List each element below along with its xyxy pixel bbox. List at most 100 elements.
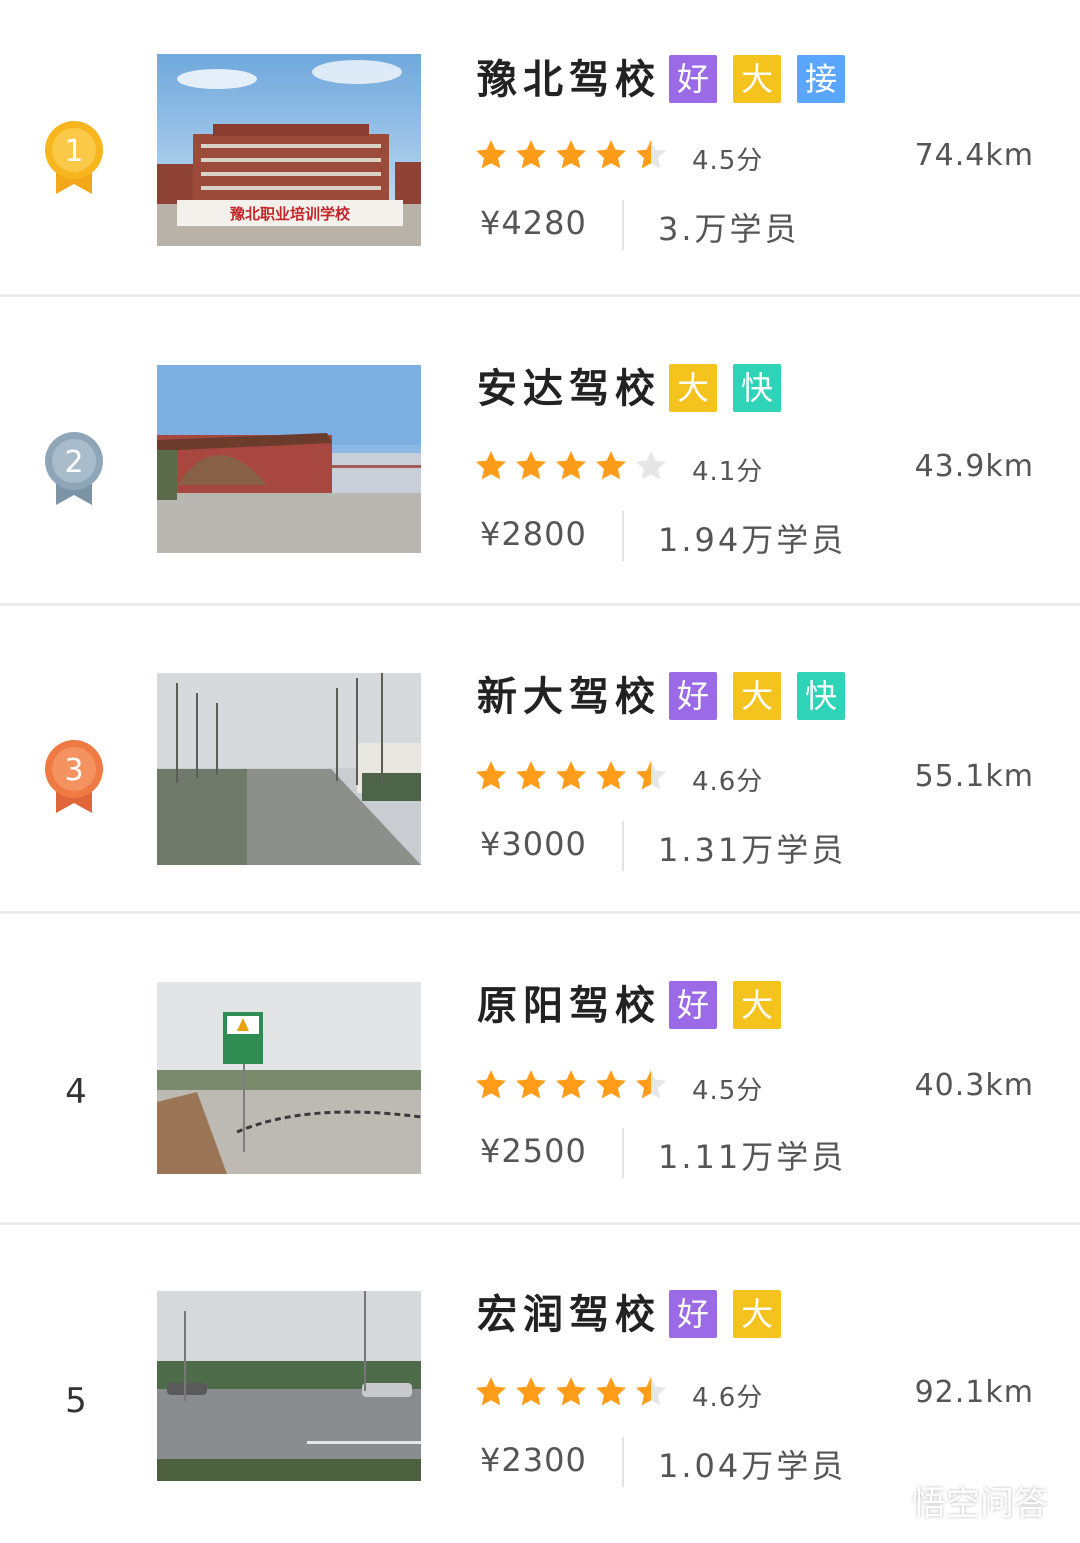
star-icon <box>476 761 506 790</box>
star-icon <box>636 1070 666 1099</box>
row-divider <box>0 1222 1080 1225</box>
rating-stars <box>474 449 668 483</box>
rank-number: 1 <box>64 134 83 169</box>
rating-score: 4.6分 <box>692 767 764 797</box>
silver-medal-icon: 2 <box>44 429 104 509</box>
school-name[interactable]: 新大驾校 <box>477 673 661 721</box>
chat-bubbles-icon <box>858 1480 904 1520</box>
rank-number: 4 <box>65 1072 87 1112</box>
divider <box>622 821 624 871</box>
star-icon <box>556 1377 586 1406</box>
tag-group: 好 大 <box>669 981 781 1029</box>
rating-score: 4.1分 <box>692 457 764 487</box>
price: ¥2500 <box>480 1132 587 1170</box>
star-icon <box>476 140 506 169</box>
star-icon <box>596 1377 626 1406</box>
rating-stars <box>474 1375 668 1409</box>
star-icon <box>516 1070 546 1099</box>
divider <box>622 511 624 561</box>
distance: 74.4km <box>914 138 1034 173</box>
star-icon <box>636 761 666 790</box>
school-photo[interactable] <box>157 982 421 1174</box>
star-icon <box>636 1377 666 1406</box>
rating-score: 4.6分 <box>692 1383 764 1413</box>
row-divider <box>0 294 1080 297</box>
row-divider <box>0 911 1080 914</box>
gold-medal-icon: 1 <box>44 118 104 198</box>
star-icon <box>516 451 546 480</box>
rating-score: 4.5分 <box>692 146 764 176</box>
tag-group: 大 快 <box>669 364 781 412</box>
price: ¥2300 <box>480 1441 587 1479</box>
distance: 40.3km <box>914 1068 1034 1103</box>
divider <box>622 1128 624 1178</box>
star-icon <box>516 1377 546 1406</box>
school-photo[interactable]: 豫北职业培训学校 <box>157 54 421 246</box>
school-name[interactable]: 安达驾校 <box>477 365 661 413</box>
rating-stars <box>474 138 668 172</box>
list-item[interactable]: 1 豫北职业培训学校 豫北驾校 好 大 接 4.5分 74.4km ¥4280 … <box>0 0 1080 308</box>
tag-group: 好 大 <box>669 1290 781 1338</box>
star-icon <box>596 761 626 790</box>
list-item[interactable]: 3 新大驾校 好 大 快 4.6分 55.1km ¥3000 1.31万学员 <box>0 617 1080 925</box>
rank-number: 2 <box>64 445 83 480</box>
tag-good: 好 <box>669 981 717 1029</box>
student-count: 1.04万学员 <box>658 1447 847 1485</box>
tag-group: 好 大 接 <box>669 55 845 103</box>
star-icon <box>476 1070 506 1099</box>
list-item[interactable]: 2 安达驾校 大 快 4.1分 43.9km ¥2800 1.94万学员 <box>0 309 1080 617</box>
row-divider <box>0 603 1080 606</box>
distance: 55.1km <box>914 759 1034 794</box>
tag-big: 大 <box>733 1290 781 1338</box>
star-icon <box>556 140 586 169</box>
rank-number: 5 <box>65 1381 87 1421</box>
student-count: 3.万学员 <box>658 210 800 248</box>
star-icon <box>596 451 626 480</box>
rating-stars <box>474 759 668 793</box>
star-icon <box>596 140 626 169</box>
tag-big: 大 <box>733 981 781 1029</box>
price: ¥2800 <box>480 515 587 553</box>
tag-good: 好 <box>669 1290 717 1338</box>
tag-fast: 快 <box>733 364 781 412</box>
watermark-text: 悟空问答 <box>912 1483 1048 1524</box>
school-name[interactable]: 原阳驾校 <box>477 982 661 1030</box>
tag-big: 大 <box>733 672 781 720</box>
star-icon <box>476 451 506 480</box>
star-icon <box>636 140 666 169</box>
student-count: 1.11万学员 <box>658 1138 847 1176</box>
star-icon <box>556 451 586 480</box>
price: ¥3000 <box>480 825 587 863</box>
student-count: 1.31万学员 <box>658 831 847 869</box>
divider <box>622 1437 624 1487</box>
rating-stars <box>474 1068 668 1102</box>
photo-sign-text: 豫北职业培训学校 <box>230 205 351 223</box>
tag-big: 大 <box>733 55 781 103</box>
rank-number: 3 <box>64 753 83 788</box>
price: ¥4280 <box>480 204 587 242</box>
watermark: 悟空问答 <box>858 1474 1048 1526</box>
star-icon <box>556 761 586 790</box>
school-photo[interactable] <box>157 673 421 865</box>
student-count: 1.94万学员 <box>658 521 847 559</box>
star-icon <box>516 761 546 790</box>
star-icon <box>596 1070 626 1099</box>
school-photo[interactable] <box>157 1291 421 1481</box>
rating-score: 4.5分 <box>692 1076 764 1106</box>
list-item[interactable]: 4 原阳驾校 好 大 4.5分 40.3km ¥2500 1.11万学员 <box>0 926 1080 1234</box>
school-name[interactable]: 豫北驾校 <box>477 56 661 104</box>
tag-good: 好 <box>669 55 717 103</box>
bronze-medal-icon: 3 <box>44 737 104 817</box>
school-photo[interactable] <box>157 365 421 553</box>
school-name[interactable]: 宏润驾校 <box>477 1291 661 1339</box>
distance: 92.1km <box>914 1375 1034 1410</box>
distance: 43.9km <box>914 449 1034 484</box>
star-icon <box>636 451 666 480</box>
tag-fast: 快 <box>797 672 845 720</box>
star-icon <box>516 140 546 169</box>
star-icon <box>476 1377 506 1406</box>
tag-big: 大 <box>669 364 717 412</box>
tag-good: 好 <box>669 672 717 720</box>
tag-group: 好 大 快 <box>669 672 845 720</box>
tag-pickup: 接 <box>797 55 845 103</box>
